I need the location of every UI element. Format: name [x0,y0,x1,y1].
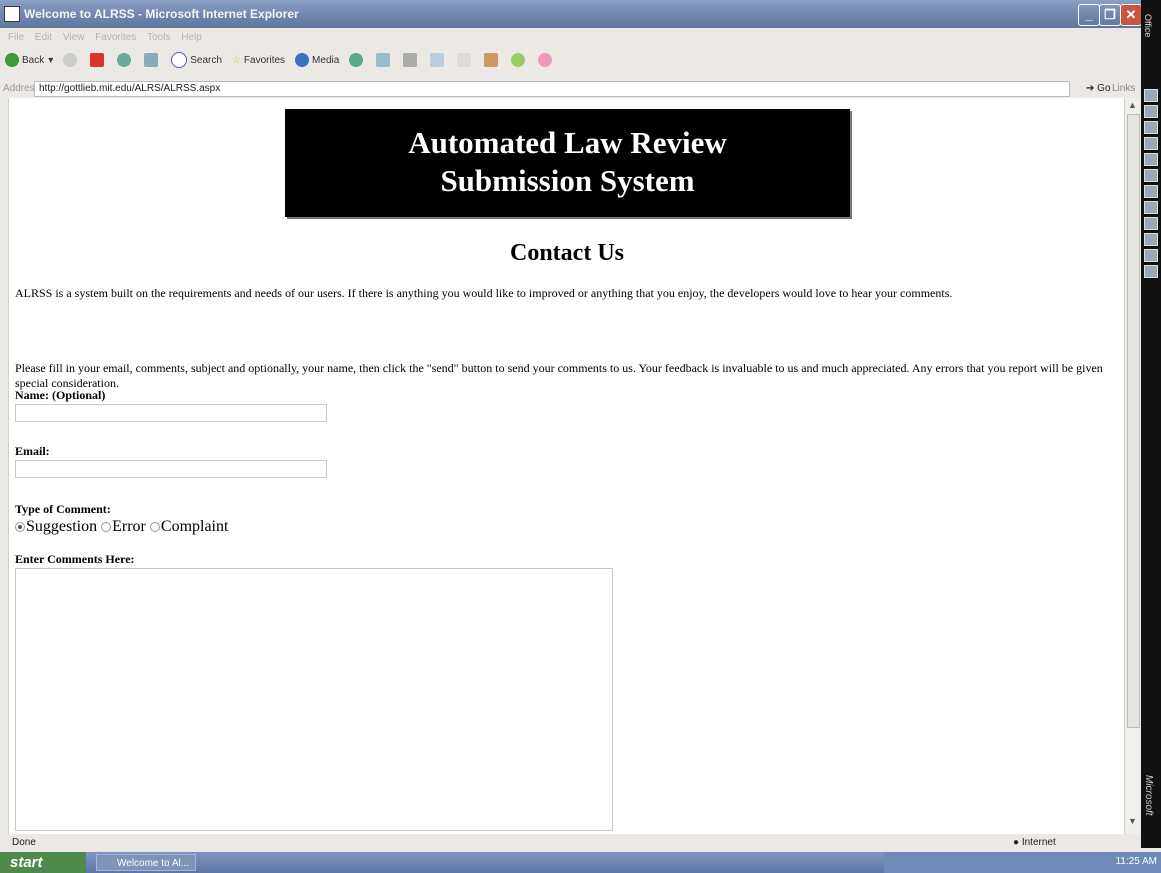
office-shortcut-icon[interactable] [1144,201,1158,214]
title-bar: Welcome to ALRSS - Microsoft Internet Ex… [0,0,1161,28]
minimize-button[interactable]: _ [1078,4,1100,26]
stop-icon [90,53,105,67]
comments-label: Enter Comments Here: [15,552,135,566]
microsoft-label: Microsoft [1143,775,1154,816]
menu-help[interactable]: Help [181,32,202,43]
office-label: Office [1143,14,1153,38]
office-shortcut-icon[interactable] [1144,105,1158,118]
close-button[interactable]: ✕ [1120,4,1142,26]
back-arrow-icon [5,53,19,67]
forward-button[interactable] [63,53,80,67]
research-button[interactable] [484,53,501,67]
star-icon: ☆ [231,54,241,66]
search-icon [171,52,188,68]
history-button[interactable] [349,53,366,67]
header-line-1: Automated Law Review [408,125,727,160]
email-input[interactable] [15,460,327,478]
discuss-button[interactable] [457,53,474,67]
option-error: Error [112,518,146,535]
office-shortcut-icon[interactable] [1144,217,1158,230]
media-button[interactable]: Media [295,53,339,67]
refresh-button[interactable] [117,53,134,67]
print-icon [403,53,418,67]
office-shortcut-icon[interactable] [1144,233,1158,246]
scroll-down-icon[interactable]: ▼ [1128,816,1137,826]
clock: 11:25 AM [1115,856,1157,867]
comment-type-label: Type of Comment: [15,502,111,516]
menu-view[interactable]: View [63,32,85,43]
menu-tools[interactable]: Tools [147,32,170,43]
email-label: Email: [15,444,50,458]
toolbar: Back ▾ Search ☆ Favorites Media [0,48,1130,72]
address-bar: Address http://gottlieb.mit.edu/ALRS/ALR… [0,80,1135,98]
office-shortcut-icon[interactable] [1144,249,1158,262]
security-zone: ● Internet [1013,837,1056,848]
media-icon [295,53,310,67]
office-shortcut-icon[interactable] [1144,185,1158,198]
go-button[interactable]: ➔ Go [1086,83,1111,94]
option-complaint: Complaint [160,518,229,535]
refresh-icon [117,53,132,67]
favorites-button[interactable]: ☆ Favorites [232,55,285,66]
window-title: Welcome to ALRSS - Microsoft Internet Ex… [24,7,299,21]
scroll-thumb[interactable] [1127,114,1140,728]
chat-button[interactable] [538,53,555,67]
status-bar: Done ● Internet [0,835,1141,851]
comments-textarea[interactable] [15,568,613,831]
stop-button[interactable] [90,53,107,67]
taskbar-item-ie[interactable]: Welcome to Al... [96,854,196,871]
menu-bar: File Edit View Favorites Tools Help [0,28,1130,48]
messenger-button[interactable] [511,53,528,67]
research-icon [484,53,499,67]
name-label: Name: (Optional) [15,388,106,402]
links-button[interactable]: Links [1112,83,1135,94]
menu-favorites[interactable]: Favorites [95,32,136,43]
office-shortcut-icon[interactable] [1144,169,1158,182]
home-icon [144,53,159,67]
mail-button[interactable] [376,53,393,67]
edit-icon [430,53,445,67]
scroll-up-icon[interactable]: ▲ [1128,100,1137,110]
discuss-icon [457,53,472,67]
office-shortcut-icon[interactable] [1144,153,1158,166]
office-shortcut-icon[interactable] [1144,121,1158,134]
menu-file[interactable]: File [8,32,24,43]
start-button[interactable]: start [0,852,86,873]
mail-icon [376,53,391,67]
messenger-icon [511,53,526,67]
page-content: Automated Law Review Submission System C… [8,98,1125,834]
radio-error[interactable] [101,522,112,533]
option-suggestion: Suggestion [26,518,98,535]
system-tray: 11:25 AM [884,852,1161,873]
instructions-text: Please fill in your email, comments, sub… [15,361,1103,390]
ie-icon [4,6,20,22]
forward-arrow-icon [63,53,78,67]
back-button[interactable]: Back ▾ [5,53,53,67]
office-shortcut-icon[interactable] [1144,89,1158,102]
vertical-scrollbar[interactable]: ▲ ▼ [1124,98,1141,834]
edit-button[interactable] [430,53,447,67]
home-button[interactable] [144,53,161,67]
taskbar: start Welcome to Al... 11:25 AM [0,852,1161,873]
header-line-2: Submission System [440,163,695,198]
office-shortcut-icon[interactable] [1144,137,1158,150]
status-text: Done [12,837,36,848]
address-input[interactable]: http://gottlieb.mit.edu/ALRS/ALRSS.aspx [34,81,1070,97]
radio-suggestion[interactable] [15,522,25,533]
search-button[interactable]: Search [171,52,222,68]
name-input[interactable] [15,404,327,422]
maximize-button[interactable]: ❐ [1099,4,1121,26]
radio-complaint[interactable] [149,522,160,533]
office-shortcut-bar: Office Microsoft [1141,0,1161,848]
comment-type-group: Suggestion Error Complaint [15,518,228,536]
menu-edit[interactable]: Edit [35,32,52,43]
chat-icon [538,53,553,67]
print-button[interactable] [403,53,420,67]
site-header: Automated Law Review Submission System [285,109,850,217]
page-title: Contact Us [510,240,624,266]
office-shortcut-icon[interactable] [1144,265,1158,278]
history-icon [349,53,364,67]
intro-text: ALRSS is a system built on the requireme… [15,286,953,300]
